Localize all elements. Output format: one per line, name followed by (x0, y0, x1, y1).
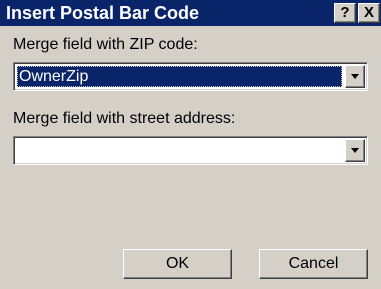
street-dropdown-button[interactable] (345, 139, 365, 162)
insert-postal-bar-code-dialog: Insert Postal Bar Code ? X Merge field w… (0, 0, 381, 289)
zip-selected-value[interactable]: OwnerZip (17, 66, 342, 87)
chevron-down-icon (351, 74, 359, 79)
zip-merge-field-select[interactable]: OwnerZip (13, 62, 368, 91)
zip-field-label: Merge field with ZIP code: (13, 36, 198, 53)
help-button[interactable]: ? (334, 3, 356, 23)
street-field-label: Merge field with street address: (13, 110, 236, 127)
ok-button[interactable]: OK (123, 249, 232, 279)
street-selected-value[interactable] (17, 140, 342, 161)
chevron-down-icon (351, 148, 359, 153)
title-bar[interactable]: Insert Postal Bar Code ? X (0, 0, 381, 26)
zip-dropdown-button[interactable] (345, 65, 365, 88)
close-button[interactable]: X (358, 3, 380, 23)
dialog-title: Insert Postal Bar Code (6, 3, 200, 23)
street-merge-field-select[interactable] (13, 136, 368, 165)
cancel-button[interactable]: Cancel (259, 249, 368, 279)
